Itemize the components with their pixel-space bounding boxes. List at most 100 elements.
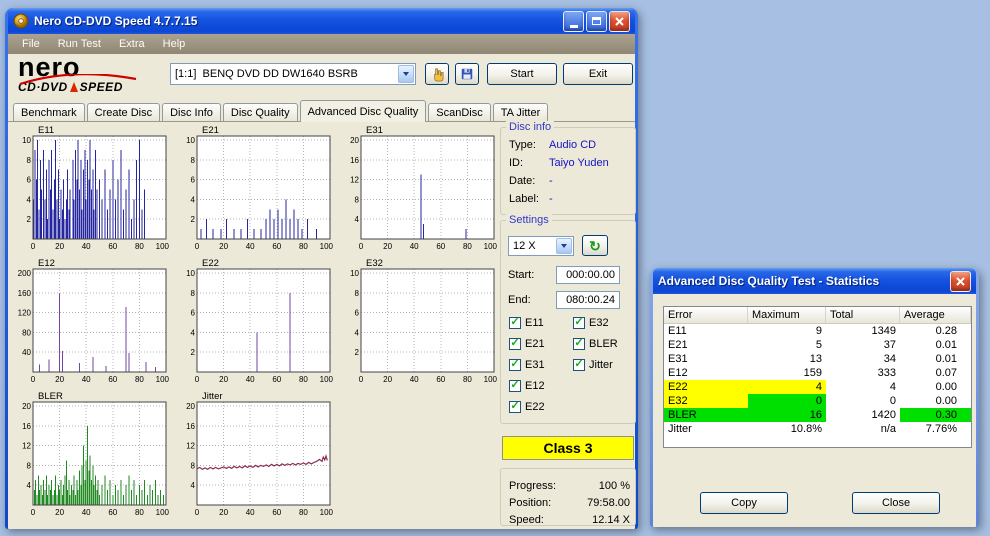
tab-strip: BenchmarkCreate DiscDisc InfoDisc Qualit…: [8, 100, 635, 122]
refresh-icon: ↻: [589, 239, 601, 253]
checkbox-item-e12[interactable]: ✓E12: [509, 380, 573, 392]
svg-text:80: 80: [299, 375, 308, 384]
hand-icon: [430, 67, 445, 82]
e21-chart-svg: 108642020406080100E21: [176, 124, 334, 253]
column-header-average[interactable]: Average: [900, 307, 971, 323]
svg-text:16: 16: [22, 422, 31, 431]
tab-ta-jitter[interactable]: TA Jitter: [493, 103, 549, 121]
save-button[interactable]: [455, 63, 479, 85]
svg-text:40: 40: [410, 242, 419, 251]
cell-average: 0.00: [900, 394, 971, 408]
disc-info-row: ID:Taiyo Yuden: [509, 154, 630, 172]
options-button[interactable]: [425, 63, 449, 85]
svg-text:100: 100: [156, 508, 170, 517]
drive-select[interactable]: [1:1] BENQ DVD DD DW1640 BSRB: [170, 63, 416, 85]
checkbox-item-e32[interactable]: ✓E32: [573, 317, 618, 329]
svg-text:Jitter: Jitter: [202, 391, 223, 402]
chart-e31: 20161284020406080100E31: [340, 124, 498, 253]
svg-text:8: 8: [355, 195, 360, 204]
cell-maximum: 9: [748, 324, 826, 338]
svg-text:80: 80: [135, 508, 144, 517]
copy-button[interactable]: Copy: [700, 492, 788, 514]
start-button[interactable]: Start: [487, 63, 557, 85]
exit-button[interactable]: Exit: [563, 63, 633, 85]
disc-info-group: Disc info Type:Audio CDID:Taiyo YudenDat…: [500, 127, 636, 215]
svg-text:40: 40: [246, 508, 255, 517]
cell-maximum: 159: [748, 366, 826, 380]
chevron-down-icon[interactable]: [398, 65, 414, 83]
minimize-button[interactable]: [563, 11, 584, 32]
checkbox-e21[interactable]: ✓: [509, 338, 521, 350]
stats-close-button[interactable]: [950, 271, 971, 292]
svg-text:20: 20: [219, 375, 228, 384]
cell-error: E11: [664, 324, 748, 338]
svg-text:100: 100: [320, 375, 334, 384]
svg-text:4: 4: [355, 215, 360, 224]
checkbox-e11[interactable]: ✓: [509, 317, 521, 329]
svg-text:6: 6: [191, 176, 196, 185]
menu-item-run-test[interactable]: Run Test: [50, 36, 109, 52]
svg-text:2: 2: [191, 215, 196, 224]
cell-total: 34: [826, 352, 900, 366]
tab-disc-quality[interactable]: Disc Quality: [223, 103, 298, 121]
check-icon: ✓: [510, 317, 519, 328]
tab-benchmark[interactable]: Benchmark: [13, 103, 85, 121]
chart-e22: 108642020406080100E22: [176, 257, 334, 386]
chart-e12: 2001601208040020406080100E12: [12, 257, 170, 386]
checkbox-item-e22[interactable]: ✓E22: [509, 401, 573, 413]
cell-maximum: 0: [748, 394, 826, 408]
end-time-input[interactable]: 080:00.24: [556, 291, 620, 309]
end-time-row: End: 080:00.24: [508, 291, 620, 309]
checkbox-item-e11[interactable]: ✓E11: [509, 317, 573, 329]
column-header-error[interactable]: Error: [664, 307, 748, 323]
cell-error: E22: [664, 380, 748, 394]
speed-select-value: 12 X: [513, 240, 536, 252]
checkbox-e12[interactable]: ✓: [509, 380, 521, 392]
checkbox-column-left: ✓E11 ✓E21 ✓E31 ✓E12 ✓E22: [509, 317, 573, 413]
tab-disc-info[interactable]: Disc Info: [162, 103, 221, 121]
menu-item-file[interactable]: File: [14, 36, 48, 52]
close-button[interactable]: [609, 11, 630, 32]
disc-info-value: Audio CD: [549, 139, 596, 151]
stats-table: ErrorMaximumTotalAverage E11913490.28E21…: [663, 306, 972, 448]
checkbox-e31[interactable]: ✓: [509, 359, 521, 371]
column-header-maximum[interactable]: Maximum: [748, 307, 826, 323]
tab-scandisc[interactable]: ScanDisc: [428, 103, 490, 121]
maximize-button[interactable]: [586, 11, 607, 32]
cell-total: 1349: [826, 324, 900, 338]
stats-close-action-button[interactable]: Close: [852, 492, 940, 514]
tab-advanced-disc-quality[interactable]: Advanced Disc Quality: [300, 100, 427, 122]
checkbox-e32[interactable]: ✓: [573, 317, 585, 329]
checkbox-item-e31[interactable]: ✓E31: [509, 359, 573, 371]
checkbox-jitter[interactable]: ✓: [573, 359, 585, 371]
svg-text:120: 120: [18, 309, 32, 318]
checkbox-item-e21[interactable]: ✓E21: [509, 338, 573, 350]
tab-create-disc[interactable]: Create Disc: [87, 103, 160, 121]
checkbox-item-bler[interactable]: ✓BLER: [573, 338, 618, 350]
jitter-chart-svg: 20161284020406080100Jitter: [176, 390, 334, 519]
chevron-down-icon[interactable]: [556, 238, 572, 254]
svg-text:4: 4: [27, 481, 32, 490]
stats-titlebar[interactable]: Advanced Disc Quality Test - Statistics: [653, 268, 976, 294]
checkbox-item-jitter[interactable]: ✓Jitter: [573, 359, 618, 371]
speed-select[interactable]: 12 X: [508, 236, 574, 256]
svg-text:2: 2: [355, 348, 360, 357]
checkbox-column-right: ✓E32 ✓BLER ✓Jitter: [573, 317, 618, 413]
start-time-input[interactable]: 000:00.00: [556, 266, 620, 284]
menu-item-extra[interactable]: Extra: [111, 36, 153, 52]
svg-text:6: 6: [355, 309, 360, 318]
checkbox-bler[interactable]: ✓: [573, 338, 585, 350]
checkbox-e22[interactable]: ✓: [509, 401, 521, 413]
column-header-total[interactable]: Total: [826, 307, 900, 323]
svg-text:E11: E11: [38, 125, 54, 136]
main-titlebar[interactable]: Nero CD-DVD Speed 4.7.7.15: [8, 8, 635, 34]
table-row: E11913490.28: [664, 324, 971, 338]
refresh-button[interactable]: ↻: [582, 235, 608, 256]
svg-text:20: 20: [219, 242, 228, 251]
svg-text:10: 10: [186, 269, 195, 278]
svg-text:4: 4: [191, 195, 196, 204]
cell-total: 0: [826, 394, 900, 408]
svg-text:20: 20: [219, 508, 228, 517]
cell-total: 1420: [826, 408, 900, 422]
menu-item-help[interactable]: Help: [155, 36, 194, 52]
